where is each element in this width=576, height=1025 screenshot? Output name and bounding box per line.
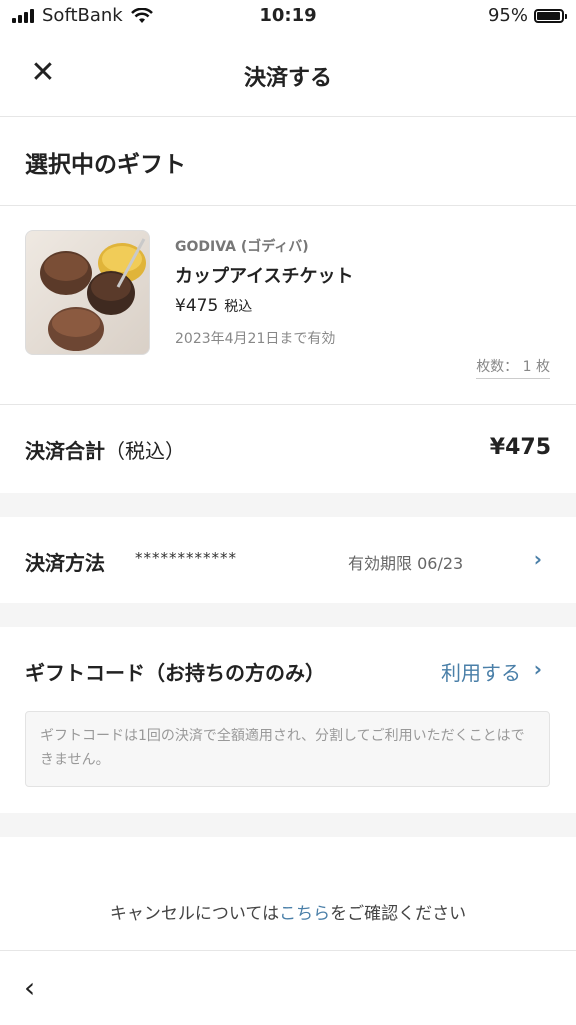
price-row: ¥475 税込 bbox=[175, 296, 252, 316]
page-title: 決済する bbox=[243, 66, 332, 91]
cancel-policy-link[interactable]: こちら bbox=[279, 904, 330, 924]
bottom-bar: ‹ bbox=[0, 950, 576, 1025]
battery-percent: 95% bbox=[487, 5, 528, 26]
use-gift-code-link[interactable]: 利用する bbox=[441, 657, 521, 686]
product-price: ¥475 bbox=[175, 296, 219, 316]
gift-item: GODIVA (ゴディバ) カップアイスチケット ¥475 税込 2023年4月2… bbox=[0, 206, 576, 405]
status-bar: SoftBank 10:19 95% bbox=[0, 0, 576, 34]
product-image bbox=[25, 230, 150, 355]
section-title: 選択中のギフト bbox=[25, 152, 186, 178]
cancel-prefix: キャンセルについては bbox=[109, 904, 280, 924]
cancel-notice: キャンセルについてはこちらをご確認ください bbox=[0, 899, 576, 924]
total-label-text: 決済合計 bbox=[25, 439, 105, 463]
payment-total: 決済合計（税込） ¥475 bbox=[0, 405, 576, 493]
total-label-suffix: （税込） bbox=[105, 439, 185, 463]
chevron-right-icon[interactable]: › bbox=[534, 657, 542, 681]
section-divider bbox=[0, 603, 576, 627]
gift-code-note: ギフトコードは1回の決済で全額適用され、分割してご利用いただくことはできません。 bbox=[25, 711, 550, 787]
payment-method-label: 決済方法 bbox=[25, 551, 105, 575]
section-divider bbox=[0, 813, 576, 837]
product-name: カップアイスチケット bbox=[175, 266, 354, 287]
payment-method-row[interactable]: 決済方法 ************ 有効期限 06/23 › bbox=[0, 517, 576, 603]
quantity-label: 枚数： 1 枚 bbox=[476, 356, 550, 379]
total-label: 決済合計（税込） bbox=[25, 435, 185, 464]
status-right: 95% bbox=[487, 5, 567, 26]
validity-date: 2023年4月21日まで有効 bbox=[175, 331, 336, 347]
total-value: ¥475 bbox=[489, 435, 551, 460]
cancel-suffix: をご確認ください bbox=[330, 904, 467, 924]
card-expiry: 有効期限 06/23 bbox=[348, 554, 464, 573]
brand-name: GODIVA (ゴディバ) bbox=[175, 239, 309, 255]
tax-label: 税込 bbox=[224, 299, 253, 315]
gift-code-label: ギフトコード（お持ちの方のみ） bbox=[25, 661, 325, 685]
chevron-right-icon[interactable]: › bbox=[534, 547, 542, 571]
header: ✕ 決済する bbox=[0, 34, 576, 117]
gift-code-section: ギフトコード（お持ちの方のみ） 利用する › ギフトコードは1回の決済で全額適用… bbox=[0, 627, 576, 813]
card-number: ************ bbox=[135, 549, 237, 567]
selected-gift-section: 選択中のギフト bbox=[0, 117, 576, 206]
section-divider bbox=[0, 493, 576, 517]
back-icon[interactable]: ‹ bbox=[24, 971, 35, 1004]
battery-icon bbox=[534, 8, 567, 23]
